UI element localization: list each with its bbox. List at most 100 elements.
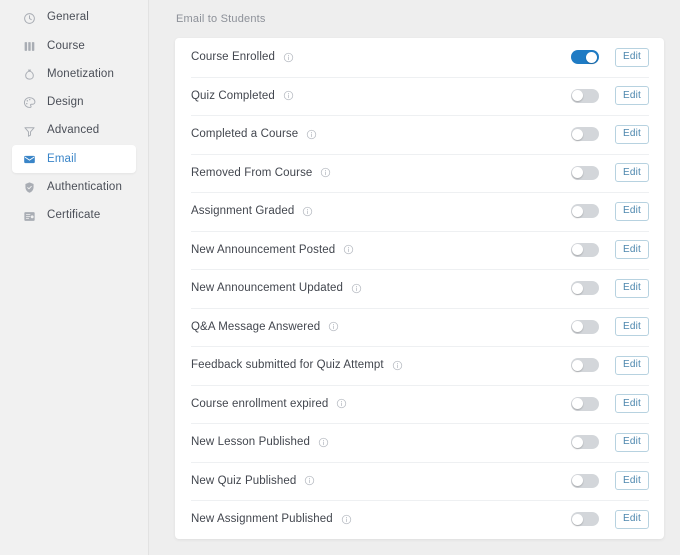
notification-label: New Assignment Published xyxy=(191,513,333,526)
info-circle-icon[interactable] xyxy=(320,167,331,178)
edit-button[interactable]: Edit xyxy=(614,394,649,414)
edit-button[interactable]: Edit xyxy=(614,509,649,529)
sidebar-item-label: Certificate xyxy=(47,209,101,222)
toggle-knob xyxy=(572,282,584,294)
notification-label: Course Enrolled xyxy=(191,51,275,64)
notification-row: New Quiz Published Edit xyxy=(175,461,664,501)
main-content: Email to Students Course Enrolled Edit Qui… xyxy=(149,0,680,555)
edit-button[interactable]: Edit xyxy=(614,47,649,67)
edit-button[interactable]: Edit xyxy=(614,317,649,337)
notification-row: Feedback submitted for Quiz Attempt Edit xyxy=(175,346,664,385)
info-circle-icon[interactable] xyxy=(283,90,294,101)
toggle-knob xyxy=(572,359,584,371)
notification-toggle[interactable] xyxy=(570,358,599,373)
notification-toggle[interactable] xyxy=(570,127,599,142)
edit-button[interactable]: Edit xyxy=(614,355,649,375)
toggle-knob xyxy=(572,244,584,256)
edit-button[interactable]: Edit xyxy=(614,86,649,106)
sidebar-item-label: General xyxy=(47,11,89,24)
toggle-knob xyxy=(572,128,584,140)
info-circle-icon[interactable] xyxy=(328,321,339,332)
book-icon xyxy=(23,40,36,53)
info-circle-icon[interactable] xyxy=(304,475,315,486)
info-circle-icon[interactable] xyxy=(302,206,313,217)
sidebar-item-label: Monetization xyxy=(47,67,115,80)
info-circle-icon[interactable] xyxy=(318,437,329,448)
notification-toggle[interactable] xyxy=(570,88,599,103)
notification-toggle[interactable] xyxy=(570,512,599,527)
toggle-knob xyxy=(572,436,584,448)
toggle-knob xyxy=(572,90,584,102)
edit-button[interactable]: Edit xyxy=(614,201,649,221)
sidebar-item-label: Course xyxy=(47,39,85,52)
edit-button[interactable]: Edit xyxy=(614,432,649,452)
settings-sidebar: General Course Monetization Design Advanced E… xyxy=(0,0,149,555)
shield-icon xyxy=(23,181,36,194)
notification-toggle[interactable] xyxy=(570,396,599,411)
info-circle-icon[interactable] xyxy=(392,360,403,371)
edit-button[interactable]: Edit xyxy=(614,278,649,298)
funnel-icon xyxy=(23,125,36,138)
notification-row: Q&A Message Answered Edit xyxy=(175,307,664,347)
notification-label: Assignment Graded xyxy=(191,205,295,218)
sidebar-item-monetization[interactable]: Monetization xyxy=(12,61,136,89)
notification-row: Assignment Graded Edit xyxy=(175,192,664,231)
toggle-knob xyxy=(572,321,584,333)
notification-row: New Lesson Published Edit xyxy=(175,423,664,462)
toggle-knob xyxy=(586,51,598,63)
sidebar-item-label: Authentication xyxy=(47,181,122,194)
notification-toggle[interactable] xyxy=(570,319,599,334)
notification-label: New Lesson Published xyxy=(191,436,310,449)
info-circle-icon[interactable] xyxy=(341,514,352,525)
toggle-knob xyxy=(572,167,584,179)
notification-row: Course Enrolled Edit xyxy=(175,38,664,77)
notification-row: New Announcement Updated Edit xyxy=(175,269,664,308)
notification-label: New Quiz Published xyxy=(191,474,297,487)
info-circle-icon[interactable] xyxy=(343,244,354,255)
notification-toggle[interactable] xyxy=(570,50,599,65)
toggle-knob xyxy=(572,205,584,217)
notification-label: Completed a Course xyxy=(191,128,299,141)
notification-toggle[interactable] xyxy=(570,473,599,488)
notification-toggle[interactable] xyxy=(570,165,599,180)
toggle-knob xyxy=(572,475,584,487)
toggle-knob xyxy=(572,398,584,410)
clock-icon xyxy=(23,12,36,25)
sidebar-item-authentication[interactable]: Authentication xyxy=(12,174,136,202)
edit-button[interactable]: Edit xyxy=(614,124,649,144)
notification-toggle[interactable] xyxy=(570,242,599,257)
notification-row: New Announcement Posted Edit xyxy=(175,230,664,270)
notification-label: New Announcement Posted xyxy=(191,243,336,256)
edit-button[interactable]: Edit xyxy=(614,471,649,491)
sidebar-item-design[interactable]: Design xyxy=(12,89,136,117)
page-title: Email to Students xyxy=(176,13,266,25)
sidebar-item-advanced[interactable]: Advanced xyxy=(12,117,136,145)
sidebar-item-label: Email xyxy=(47,152,77,165)
edit-button[interactable]: Edit xyxy=(614,163,649,183)
sidebar-item-general[interactable]: General xyxy=(12,4,136,32)
notification-toggle[interactable] xyxy=(570,281,599,296)
edit-button[interactable]: Edit xyxy=(614,240,649,260)
sidebar-item-certificate[interactable]: Certificate xyxy=(12,202,136,230)
sidebar-item-email[interactable]: Email xyxy=(12,145,136,174)
notification-row: Course enrollment expired Edit xyxy=(175,384,664,424)
notification-row: New Assignment Published Edit xyxy=(175,500,664,539)
sidebar-item-course[interactable]: Course xyxy=(12,32,136,60)
notification-label: Course enrollment expired xyxy=(191,397,329,410)
notification-label: Quiz Completed xyxy=(191,89,275,102)
sidebar-item-label: Advanced xyxy=(47,124,100,137)
notification-label: Feedback submitted for Quiz Attempt xyxy=(191,359,384,372)
envelope-icon xyxy=(23,153,36,166)
info-circle-icon[interactable] xyxy=(351,283,362,294)
info-circle-icon[interactable] xyxy=(306,129,317,140)
notification-toggle[interactable] xyxy=(570,435,599,450)
notification-label: Removed From Course xyxy=(191,166,313,179)
palette-icon xyxy=(23,96,36,109)
notification-label: Q&A Message Answered xyxy=(191,320,321,333)
info-circle-icon[interactable] xyxy=(283,52,294,63)
sidebar-item-label: Design xyxy=(47,96,84,109)
notification-row: Completed a Course Edit xyxy=(175,115,664,154)
info-circle-icon[interactable] xyxy=(336,398,347,409)
notification-toggle[interactable] xyxy=(570,204,599,219)
toggle-knob xyxy=(572,513,584,525)
